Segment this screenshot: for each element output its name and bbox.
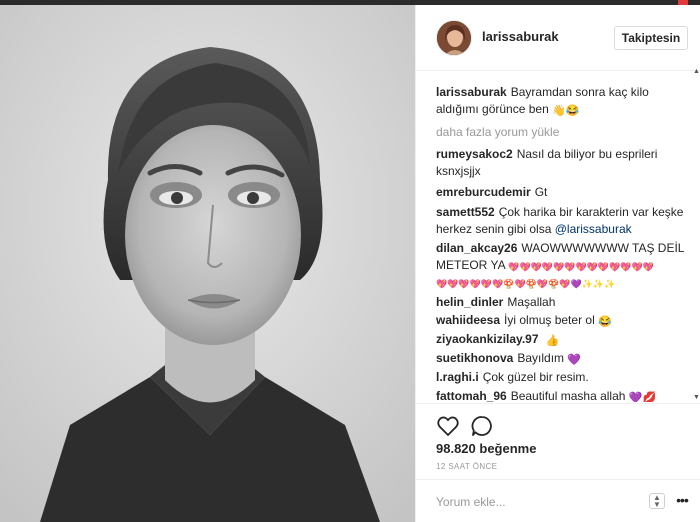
comment-username[interactable]: suetikhonova: [436, 351, 513, 365]
heart-kiss-emoji: 💜💋: [628, 392, 657, 402]
comment-text: Beautiful masha allah: [510, 389, 626, 402]
comment-text: Çok güzel bir resim.: [482, 370, 589, 384]
thumbs-up-emoji: 👍: [545, 335, 560, 347]
list-item: rumeysakoc2 Nasıl da biliyor bu esprileri…: [436, 146, 686, 180]
heart-icon[interactable]: [436, 414, 460, 438]
post-header: larissaburak Takiptesin: [416, 5, 700, 71]
purple-heart-emoji: 💜: [567, 354, 582, 366]
comment-text: Maşallah: [507, 295, 556, 309]
caption-username[interactable]: larissaburak: [436, 85, 507, 99]
post-photo[interactable]: [0, 5, 415, 522]
more-icon[interactable]: •••: [673, 492, 691, 510]
laughing-emoji: 😂: [598, 316, 612, 328]
post-side-panel: larissaburak Takiptesin larissaburak Bayr…: [415, 5, 700, 522]
list-item: suetikhonova Bayıldım 💜: [436, 350, 686, 367]
post-actions: 98.820 beğenme 12 SAAT ÖNCE: [416, 403, 700, 473]
post-timestamp[interactable]: 12 SAAT ÖNCE: [436, 462, 497, 471]
list-item: helin_dinler Maşallah: [436, 294, 686, 311]
comment-username[interactable]: l.raghi.i: [436, 370, 479, 384]
likes-count[interactable]: 98.820 beğenme: [436, 441, 536, 456]
list-item: samett552 Çok harika bir karakterin var k…: [436, 204, 686, 238]
caption-emoji: 👋😂: [552, 105, 580, 117]
list-item: dilan_akcay26 WAOWWWWWWW TAŞ DEİL METEOR …: [436, 240, 686, 291]
comment-bubble-icon[interactable]: [470, 414, 494, 438]
scroll-down-arrow-icon[interactable]: ▼: [692, 393, 700, 402]
comment-username[interactable]: emreburcudemir: [436, 185, 531, 199]
comment-scrollbar[interactable]: ▲ ▼: [692, 67, 700, 402]
comment-username[interactable]: ziyaokankizilay.97: [436, 332, 539, 346]
list-item: fattomah_96 Beautiful masha allah 💜💋: [436, 388, 686, 402]
list-item: wahiideesa İyi olmuş beter ol 😂: [436, 312, 686, 329]
list-item: l.raghi.i Çok güzel bir resim.: [436, 369, 686, 386]
comment-mention-link[interactable]: @larissaburak: [555, 222, 632, 236]
comment-text: Bayıldım: [517, 351, 565, 365]
avatar-image: [437, 21, 471, 55]
following-button[interactable]: Takiptesin: [614, 26, 688, 50]
hearts-emoji-row-2: 💖💖💖💖💖💖🍄💖🍄💖🍄💖💜✨✨✨: [436, 279, 616, 289]
comment-text: Gt: [534, 185, 548, 199]
comment-username[interactable]: samett552: [436, 205, 495, 219]
scroll-up-arrow-icon[interactable]: ▲: [692, 67, 700, 76]
resize-icon[interactable]: ▲ ▼: [649, 493, 665, 509]
add-comment-bar: ▲▼ •••: [416, 479, 700, 522]
portrait-image: [0, 5, 415, 522]
comment-username[interactable]: fattomah_96: [436, 389, 507, 402]
avatar[interactable]: [436, 20, 472, 56]
header-username[interactable]: larissaburak: [482, 29, 559, 44]
comment-username[interactable]: wahiideesa: [436, 313, 500, 327]
comment-username[interactable]: dilan_akcay26: [436, 241, 517, 255]
caption: larissaburak Bayramdan sonra kaç kilo ald…: [436, 84, 686, 118]
load-more-comments-link[interactable]: daha fazla yorum yükle: [436, 125, 559, 139]
comment-input[interactable]: [436, 492, 636, 512]
comment-list: larissaburak Bayramdan sonra kaç kilo ald…: [416, 72, 700, 402]
comment-text: İyi olmuş beter ol: [504, 313, 595, 327]
list-item: emreburcudemir Gt: [436, 184, 686, 201]
hearts-emoji-row-1: 💖💖💖💖💖💖💖💖💖💖💖💖💖: [508, 262, 654, 272]
comment-username[interactable]: helin_dinler: [436, 295, 503, 309]
comment-username[interactable]: rumeysakoc2: [436, 147, 513, 161]
list-item: ziyaokankizilay.97 👍: [436, 331, 686, 348]
